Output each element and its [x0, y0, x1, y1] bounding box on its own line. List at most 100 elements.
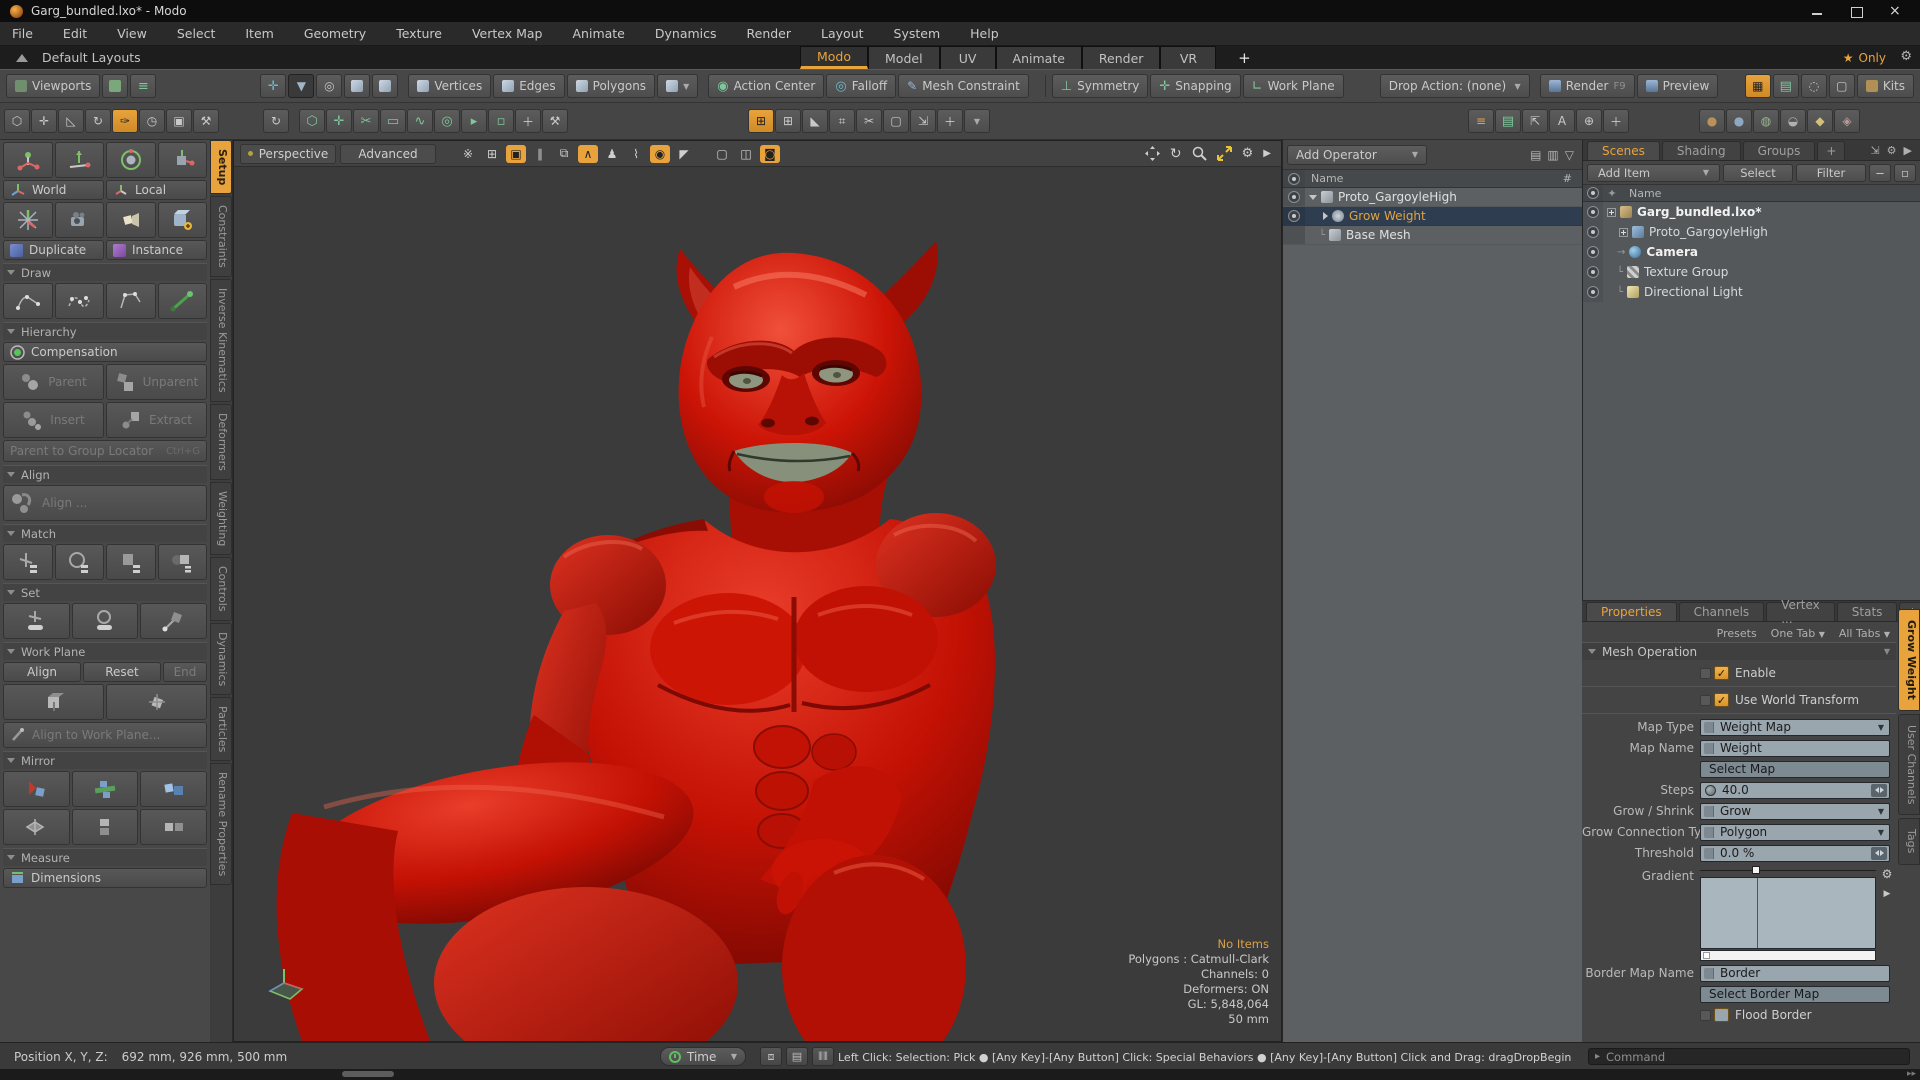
eye-icon[interactable] [1587, 226, 1599, 238]
eye-icon[interactable] [1288, 191, 1300, 203]
rotate-tool-icon[interactable]: ↻ [85, 109, 111, 133]
eye-icon[interactable] [1587, 206, 1599, 218]
grid-toggle-icon[interactable]: ⊞ [482, 145, 502, 163]
panel-gear-icon[interactable]: ⚙ [1887, 144, 1897, 157]
draw-pen-button[interactable] [157, 283, 207, 319]
lasso-icon[interactable]: ◎ [316, 74, 343, 98]
list-view-icon[interactable]: ▤ [1772, 74, 1799, 98]
reset-icon[interactable]: ↻ [263, 109, 289, 133]
slice-icon[interactable]: ✂ [856, 109, 882, 133]
expand-plus-icon[interactable] [1619, 227, 1628, 237]
side-tab-tags[interactable]: Tags [1898, 818, 1920, 865]
threshold-spinner[interactable] [1871, 846, 1887, 860]
steps-knob-icon[interactable] [1705, 784, 1716, 796]
text-size-icon[interactable]: A [1549, 109, 1575, 133]
action-center-button[interactable]: ◉ Action Center [708, 74, 825, 98]
menu-dynamics[interactable]: Dynamics [655, 26, 717, 41]
drop-action-dropdown[interactable]: Drop Action: (none) ▼ [1379, 74, 1530, 98]
mirror-y-button[interactable] [71, 771, 139, 807]
frame-icon[interactable]: ▢ [883, 109, 909, 133]
texture-sphere-icon[interactable]: ● [1699, 109, 1725, 133]
map-type-dropdown[interactable]: Weight Map ▼ [1700, 718, 1890, 736]
select-button[interactable]: Select [1723, 163, 1793, 182]
add-locator-button[interactable] [3, 202, 53, 238]
compensation-toggle[interactable]: Compensation [3, 342, 207, 362]
steps-input[interactable]: 40.0 [1700, 781, 1890, 799]
items-mode-dropdown[interactable]: ▼ [657, 74, 699, 98]
meshops-filter-icon[interactable]: ▽ [1565, 148, 1574, 162]
workplane-align-button[interactable]: Align [3, 662, 81, 682]
world-button[interactable]: World [3, 180, 104, 200]
hash-icon[interactable]: ⌗ [829, 109, 855, 133]
mesh-operation-section-header[interactable]: Mesh Operation ▼ [1582, 642, 1896, 660]
add-operator-dropdown[interactable]: Add Operator ▼ [1287, 144, 1427, 165]
light-set-icon[interactable]: ◆ [1807, 109, 1833, 133]
gradient-key-handle[interactable] [1752, 866, 1760, 874]
search-icon[interactable]: ◌ [1800, 74, 1827, 98]
gradient-editor[interactable] [1700, 865, 1876, 961]
meshops-row-proto-gargoylehigh[interactable]: Proto_GargoyleHigh [1283, 188, 1582, 207]
eye-icon[interactable] [1587, 286, 1599, 298]
workplane-end-button[interactable]: End [163, 662, 207, 682]
expand-all-icon[interactable]: ⇱ [1522, 109, 1548, 133]
layers-icon[interactable]: ⧉ [554, 145, 574, 163]
transform-rotate-button[interactable] [106, 142, 156, 178]
snapping-button[interactable]: ✛ Snapping [1150, 74, 1241, 98]
symmetry-button[interactable]: ⊥ Symmetry [1051, 74, 1149, 98]
all-tabs-dropdown[interactable]: All Tabs ▼ [1839, 627, 1890, 640]
section-measure[interactable]: Measure [3, 848, 207, 866]
workplane-align-selected-button[interactable] [3, 684, 104, 720]
enable-channel-box[interactable] [1700, 667, 1711, 679]
minimize-button[interactable] [1811, 6, 1824, 17]
tab-shading[interactable]: Shading [1661, 141, 1741, 160]
side-tab-user-channels[interactable]: User Channels [1898, 713, 1920, 816]
workplane-offset-button[interactable] [106, 684, 207, 720]
auto-select-icon[interactable]: ✛ [260, 74, 287, 98]
tab-groups[interactable]: Groups [1742, 141, 1816, 160]
match-scale-button[interactable] [106, 544, 156, 580]
meshops-row-base-mesh[interactable]: └ Base Mesh [1283, 226, 1582, 245]
gradient-more-icon[interactable]: ▶ [1884, 889, 1891, 899]
match-rotation-button[interactable] [54, 544, 104, 580]
mesh-ops-play-icon[interactable]: ▸ [461, 109, 487, 133]
panel-toggle-icon[interactable]: ▢ [1828, 74, 1855, 98]
toolbox-tab-weighting[interactable]: Weighting [210, 481, 232, 555]
transform-move-button[interactable] [54, 142, 104, 178]
action-pose-icon[interactable]: ∧ [578, 144, 598, 163]
expand-plus-icon[interactable] [1607, 207, 1616, 217]
tab-animate[interactable]: Animate [995, 46, 1082, 69]
close-button[interactable]: × [1889, 4, 1902, 18]
section-work-plane[interactable]: Work Plane [3, 642, 207, 660]
toolbox-tab-deformers[interactable]: Deformers [210, 403, 232, 480]
add-panel-tab-button[interactable]: + [1817, 141, 1846, 160]
plus-icon[interactable]: ＋ [1603, 109, 1629, 133]
toolbox-tab-constraints[interactable]: Constraints [210, 196, 232, 278]
tab-scenes[interactable]: Scenes [1587, 141, 1660, 160]
mesh-ops-circle-icon[interactable]: ◎ [434, 109, 460, 133]
local-button[interactable]: Local [106, 180, 207, 200]
menu-item[interactable]: Item [245, 26, 273, 41]
shading-style-icon[interactable]: ▣ [506, 144, 526, 163]
maximize-button[interactable] [1850, 6, 1863, 18]
menu-system[interactable]: System [894, 26, 941, 41]
expand-icon[interactable] [1323, 212, 1328, 220]
command-bar[interactable]: ▸ Command [1588, 1048, 1910, 1065]
tab-vr[interactable]: VR [1160, 46, 1217, 69]
flood-border-checkbox[interactable] [1714, 1008, 1729, 1022]
mesh-ops-add-icon[interactable]: ＋ [515, 109, 541, 133]
mesh-ops-move-icon[interactable]: ✛ [326, 109, 352, 133]
eye-icon[interactable] [1587, 246, 1599, 258]
grow-shrink-dropdown[interactable]: Grow ▼ [1700, 802, 1890, 820]
orbit-icon[interactable]: ↻ [1170, 146, 1182, 162]
add-snap-icon[interactable]: ＋ [937, 109, 963, 133]
tab-properties[interactable]: Properties [1586, 602, 1677, 621]
render-button[interactable]: Render F9 [1539, 74, 1635, 98]
wrench-tool-icon[interactable]: ⚒ [193, 109, 219, 133]
snap-options-dropdown[interactable]: ▼ [964, 109, 990, 133]
tab-modo[interactable]: Modo [800, 46, 869, 69]
match-all-button[interactable] [157, 544, 207, 580]
env-icon[interactable]: ◒ [1780, 109, 1806, 133]
menu-vertex-map[interactable]: Vertex Map [472, 26, 543, 41]
one-tab-dropdown[interactable]: One Tab ▼ [1771, 627, 1825, 640]
kits-button[interactable]: Kits [1856, 74, 1914, 98]
